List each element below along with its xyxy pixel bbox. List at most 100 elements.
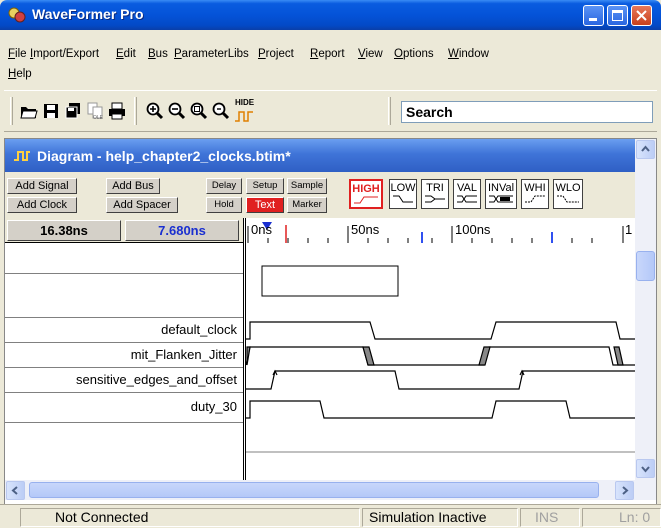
save-icon[interactable] [42,102,60,120]
signal-name[interactable]: duty_30 [5,393,243,423]
window-title: WaveFormer Pro [32,6,144,22]
menu-project[interactable]: Project [258,47,294,61]
maximize-button[interactable] [607,5,628,26]
print-icon[interactable] [108,102,126,120]
state-inval-button[interactable]: INVal [485,179,517,209]
horizontal-scroll-thumb[interactable] [29,482,599,498]
state-whi-label: WHI [524,182,546,194]
hide-waveform-button[interactable]: HIDE [234,98,256,124]
zoom-in-icon[interactable] [146,102,164,120]
diagram-window: Diagram - help_chapter2_clocks.btim* Add… [4,138,657,506]
spacer-row[interactable] [5,274,243,318]
menu-bar: File Import/Export Edit Bus ParameterLib… [4,30,657,88]
menu-report[interactable]: Report [310,47,345,61]
name-wave-divider[interactable] [243,218,246,480]
hold-button[interactable]: Hold [206,197,242,213]
menu-window[interactable]: Window [448,47,489,61]
delay-button[interactable]: Delay [206,178,242,194]
valid-state-icon [457,195,477,203]
minimize-icon [589,18,597,21]
menu-parameterlibs[interactable]: ParameterLibs [174,47,249,61]
toolbar-grip[interactable] [134,97,137,125]
simulation-status: Simulation Inactive [362,508,518,527]
zoom-fit-icon[interactable] [190,102,208,120]
menu-edit[interactable]: Edit [116,47,136,61]
save-all-icon[interactable] [64,102,82,120]
open-icon[interactable] [20,102,38,120]
toolbar-grip[interactable] [10,97,13,125]
zoom-range-icon[interactable] [212,102,230,120]
state-wlo-button[interactable]: WLO [553,179,583,209]
menu-options[interactable]: Options [394,47,434,61]
waveform-canvas[interactable] [246,244,635,480]
horizontal-scrollbar[interactable] [5,480,656,500]
add-clock-button[interactable]: Add Clock [7,197,77,213]
marker-button[interactable]: Marker [287,197,327,213]
state-val-button[interactable]: VAL [453,179,481,209]
jitter-wave [246,346,635,366]
search-box[interactable] [401,101,653,123]
weak-low-icon [557,195,579,203]
zoom-out-icon[interactable] [168,102,186,120]
signal-area: default_clock mit_Flanken_Jitter sensiti… [5,244,635,480]
signal-name[interactable]: default_clock [5,318,243,343]
scroll-up-button[interactable] [636,140,655,159]
scroll-down-button[interactable] [636,459,655,478]
state-low-button[interactable]: LOW [389,179,417,209]
tri-state-icon [425,195,445,203]
state-inval-label: INVal [487,182,515,194]
state-high-button[interactable]: HIGH [349,179,383,209]
time-ruler[interactable] [246,218,635,243]
text-button[interactable]: Text [246,197,284,213]
diagram-control-panel: Add Signal Add Bus Add Clock Add Spacer … [5,172,635,218]
diagram-title: Diagram - help_chapter2_clocks.btim* [37,148,291,164]
status-bar: Not Connected Simulation Inactive INS Ln… [0,504,661,528]
connection-status: Not Connected [20,508,360,527]
line-number-status: Ln: 0 [582,508,661,527]
diagram-title-bar: Diagram - help_chapter2_clocks.btim* [5,139,635,172]
toolbar-grip[interactable] [388,97,391,125]
insert-mode-status: INS [520,508,580,527]
state-high-label: HIGH [352,183,380,195]
menu-bus[interactable]: Bus [148,47,168,61]
scroll-left-button[interactable] [6,481,25,500]
diagram-icon [14,151,30,161]
cursor-time-left: 16.38ns [7,220,121,241]
state-wlo-label: WLO [555,182,581,194]
title-bar: WaveFormer Pro [0,0,661,30]
state-val-label: VAL [457,182,477,194]
maximize-icon [612,10,623,21]
state-tri-button[interactable]: TRI [421,179,449,209]
menu-help[interactable]: Help [8,67,32,81]
app-icon [8,7,26,23]
add-bus-button[interactable]: Add Bus [106,178,160,194]
time-bar: 16.38ns 7.680ns 0ns 50ns 100ns 1 [5,218,635,243]
chevron-down-icon [641,466,650,473]
add-spacer-button[interactable]: Add Spacer [106,197,178,213]
minimize-button[interactable] [583,5,604,26]
menu-view[interactable]: View [358,47,383,61]
signal-name[interactable]: sensitive_edges_and_offset [5,368,243,393]
menu-file[interactable]: File [8,47,27,61]
menu-import-export[interactable]: Import/Export [30,47,99,61]
add-signal-button[interactable]: Add Signal [7,178,77,194]
spacer-row[interactable] [5,244,243,274]
vertical-scrollbar[interactable] [635,139,656,480]
signal-name[interactable]: mit_Flanken_Jitter [5,343,243,368]
scroll-right-button[interactable] [615,481,634,500]
low-state-icon [393,195,413,203]
search-input[interactable] [402,102,652,122]
chevron-left-icon [11,486,18,495]
ole-copy-icon[interactable]: OLE [86,102,104,120]
sensitive-edges-wave [246,369,635,390]
waveform-icon [235,111,253,122]
weak-high-icon [525,195,545,203]
close-icon [636,10,647,21]
tick-label: 0ns [251,222,272,237]
sample-button[interactable]: Sample [287,178,327,194]
setup-button[interactable]: Setup [246,178,284,194]
duty-30-wave [246,400,635,419]
close-button[interactable] [631,5,652,26]
state-whi-button[interactable]: WHI [521,179,549,209]
vertical-scroll-thumb[interactable] [636,251,655,281]
